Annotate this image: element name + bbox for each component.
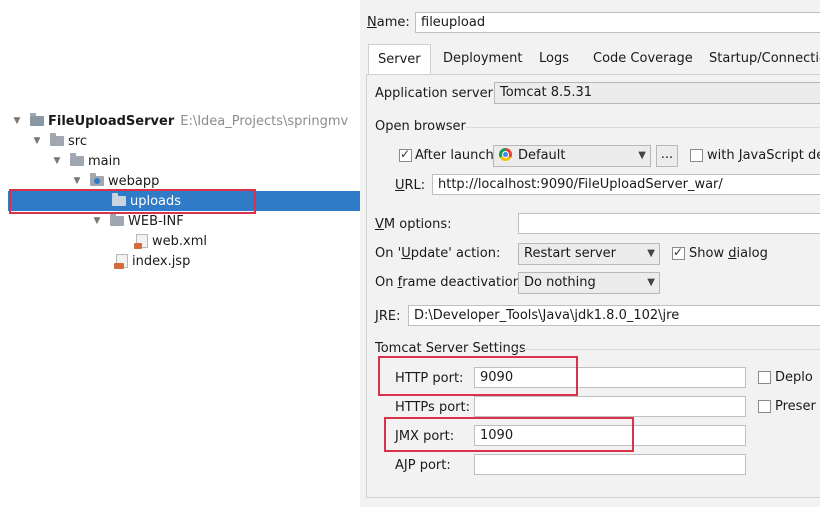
jre-label: JRE:: [375, 309, 401, 324]
tree-item-label: uploads: [130, 193, 182, 209]
tree-item-webapp[interactable]: ▼ webapp: [8, 171, 360, 191]
show-dialog-label: Show dialog: [689, 246, 768, 261]
browser-value: Default: [518, 148, 566, 163]
vm-options-field[interactable]: [518, 213, 820, 234]
on-frame-deactivation-label: On frame deactivation:: [375, 275, 526, 290]
browse-button[interactable]: ...: [656, 145, 678, 167]
https-port-field[interactable]: [474, 396, 746, 417]
tab-logs[interactable]: Logs: [530, 44, 578, 74]
app-server-label: Application server:: [375, 86, 498, 101]
module-folder-icon: [30, 113, 44, 126]
tree-item-label: FileUploadServer: [48, 113, 175, 129]
tab-deployment[interactable]: Deployment: [434, 44, 532, 74]
with-javascript-checkbox[interactable]: [690, 149, 703, 162]
chevron-down-icon[interactable]: ▼: [72, 176, 82, 186]
show-dialog-checkbox[interactable]: [672, 245, 685, 260]
deploy-checkbox[interactable]: [758, 371, 771, 384]
tree-item-main[interactable]: ▼ main: [8, 151, 360, 171]
tree-item-web-xml[interactable]: web.xml: [8, 231, 360, 251]
tomcat-settings-label: Tomcat Server Settings: [375, 341, 526, 356]
chevron-down-icon: ▼: [647, 277, 655, 288]
tree-item-label: web.xml: [152, 233, 207, 249]
chevron-down-icon[interactable]: ▼: [32, 136, 42, 146]
tree-item-index-jsp[interactable]: index.jsp: [8, 251, 360, 271]
tree-item-src[interactable]: ▼ src: [8, 131, 360, 151]
http-port-field[interactable]: 9090: [474, 367, 746, 388]
tree-item-web-inf[interactable]: ▼ WEB-INF: [8, 211, 360, 231]
tab-server[interactable]: Server: [368, 44, 431, 75]
jmx-port-field[interactable]: 1090: [474, 425, 746, 446]
tree-item-uploads[interactable]: uploads: [8, 191, 360, 211]
web-folder-icon: [90, 173, 104, 186]
tab-code-coverage[interactable]: Code Coverage: [584, 44, 702, 74]
url-label: URL:: [395, 178, 426, 193]
section-divider: [516, 349, 820, 350]
name-field[interactable]: fileupload: [415, 12, 820, 33]
after-launch-checkbox[interactable]: [399, 147, 412, 162]
http-port-label: HTTP port:: [395, 371, 464, 386]
folder-icon: [110, 213, 124, 226]
jre-field[interactable]: D:\Developer_Tools\Java\jdk1.8.0_102\jre: [408, 305, 820, 326]
preserve-checkbox[interactable]: [758, 400, 771, 413]
chrome-icon: [499, 148, 512, 161]
app-server-value: Tomcat 8.5.31: [500, 85, 593, 100]
jmx-port-label: JMX port:: [395, 429, 455, 444]
xml-file-icon: [134, 234, 148, 249]
chevron-down-icon[interactable]: ▼: [52, 156, 62, 166]
tree-item-label: webapp: [108, 173, 160, 189]
project-tree: ▼ FileUploadServer E:\Idea_Projects\spri…: [8, 108, 361, 274]
on-frame-value: Do nothing: [524, 275, 596, 290]
preserve-label: Preser: [775, 399, 816, 414]
tree-item-label: src: [68, 133, 87, 149]
name-label: Name:: [367, 15, 410, 30]
chevron-down-icon[interactable]: ▼: [92, 216, 102, 226]
url-field[interactable]: http://localhost:9090/FileUploadServer_w…: [432, 174, 820, 195]
tree-item-fileuploadserver[interactable]: ▼ FileUploadServer E:\Idea_Projects\spri…: [8, 111, 360, 131]
folder-icon: [70, 153, 84, 166]
folder-icon: [50, 133, 64, 146]
ajp-port-field[interactable]: [474, 454, 746, 475]
after-launch-label: After launch: [415, 148, 494, 163]
on-update-label: On 'Update' action:: [375, 246, 501, 261]
on-update-select[interactable]: Restart server ▼: [518, 243, 660, 265]
jsp-file-icon: [114, 254, 128, 269]
run-config-panel: Name: fileupload Server Deployment Logs …: [360, 0, 820, 507]
on-update-value: Restart server: [524, 246, 617, 261]
chevron-down-icon[interactable]: ▼: [12, 116, 22, 126]
tab-startup-connection[interactable]: Startup/Connectio: [700, 44, 820, 74]
tree-item-label: index.jsp: [132, 253, 191, 269]
https-port-label: HTTPs port:: [395, 400, 470, 415]
tree-item-label: WEB-INF: [128, 213, 184, 229]
ajp-port-label: AJP port:: [395, 458, 451, 473]
with-javascript-label: with JavaScript de: [707, 148, 820, 163]
app-server-select[interactable]: Tomcat 8.5.31: [494, 82, 820, 104]
section-divider: [466, 127, 820, 128]
on-frame-select[interactable]: Do nothing ▼: [518, 272, 660, 294]
tree-item-path: E:\Idea_Projects\springmv: [180, 113, 349, 129]
vm-options-label: VM options:: [375, 217, 452, 232]
chevron-down-icon: ▼: [638, 150, 646, 161]
folder-icon: [112, 193, 126, 206]
chevron-down-icon: ▼: [647, 248, 655, 259]
deploy-label: Deplo: [775, 370, 813, 385]
open-browser-label: Open browser: [375, 119, 466, 134]
tree-item-label: main: [88, 153, 121, 169]
browser-select[interactable]: Default ▼: [493, 145, 651, 167]
